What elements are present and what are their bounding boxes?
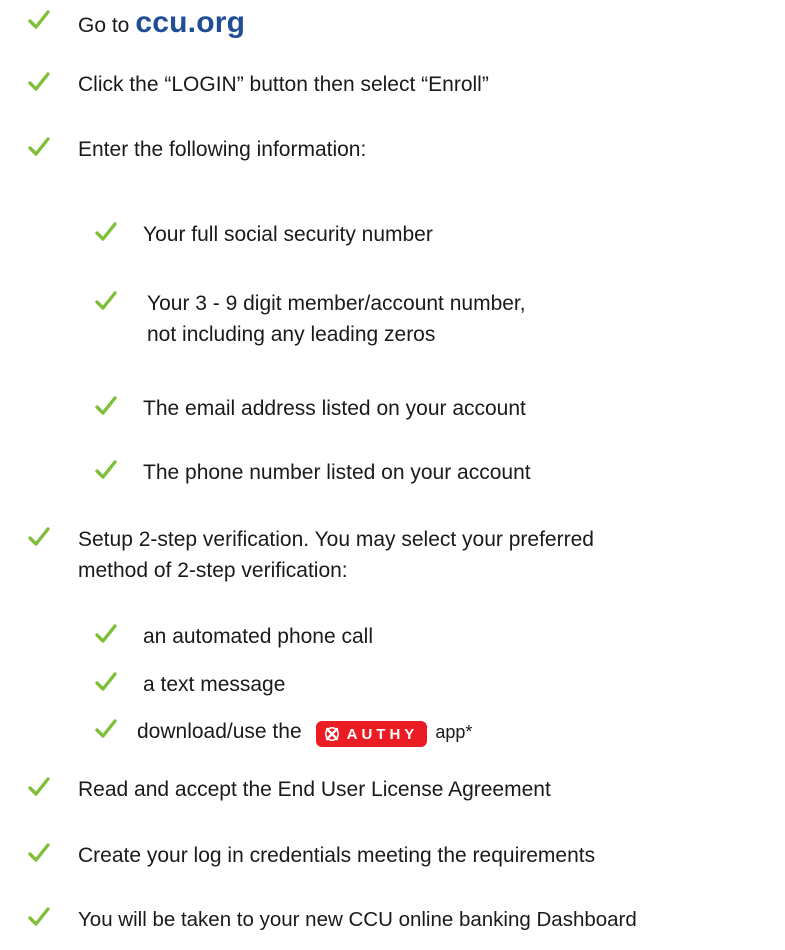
go-to-label: Go to xyxy=(78,14,130,37)
download-label: download/use the xyxy=(137,720,302,743)
authy-label: AUTHY xyxy=(346,725,419,743)
step-eula: Read and accept the End User License Agr… xyxy=(28,774,551,805)
verification-line-1: Setup 2-step verification. You may selec… xyxy=(78,528,594,551)
step-enter-info-text: Enter the following information: xyxy=(78,138,367,161)
check-icon xyxy=(28,136,50,158)
step-verification: Setup 2-step verification. You may selec… xyxy=(28,524,594,586)
step-dashboard-text: You will be taken to your new CCU online… xyxy=(78,908,637,931)
check-icon xyxy=(95,671,117,693)
step-go-to-site: Go to ccu.org xyxy=(28,7,245,41)
option-phone-call: an automated phone call xyxy=(95,621,373,652)
step-enter-info: Enter the following information: xyxy=(28,134,366,165)
check-icon xyxy=(95,623,117,645)
app-label: app* xyxy=(435,722,473,742)
check-icon xyxy=(28,9,50,31)
info-item-text: The phone number listed on your account xyxy=(143,461,531,484)
step-login: Click the “LOGIN” button then select “En… xyxy=(28,69,489,100)
authy-logo-badge: AUTHY xyxy=(315,721,428,747)
info-item-ssn: Your full social security number xyxy=(95,219,433,250)
check-icon xyxy=(28,906,50,928)
check-icon xyxy=(95,395,117,417)
info-item-text: Your full social security number xyxy=(143,223,433,246)
info-item-account-number: Your 3 - 9 digit member/account number, … xyxy=(95,288,545,350)
option-text-message: a text message xyxy=(95,669,285,700)
check-icon xyxy=(28,526,50,548)
option-text: a text message xyxy=(143,673,286,696)
check-icon xyxy=(95,221,117,243)
ccu-link[interactable]: ccu.org xyxy=(135,6,245,39)
step-dashboard: You will be taken to your new CCU online… xyxy=(28,904,637,935)
step-login-text: Click the “LOGIN” button then select “En… xyxy=(78,73,489,96)
option-authy: download/use the AUTHY app* xyxy=(95,716,472,748)
info-item-email: The email address listed on your account xyxy=(95,393,526,424)
step-credentials-text: Create your log in credentials meeting t… xyxy=(78,844,596,867)
check-icon xyxy=(95,290,117,312)
check-icon xyxy=(95,459,117,481)
info-item-text: The email address listed on your account xyxy=(143,397,526,420)
check-icon xyxy=(28,71,50,93)
check-icon xyxy=(95,718,117,740)
verification-line-2: method of 2-step verification: xyxy=(78,559,348,582)
step-credentials: Create your log in credentials meeting t… xyxy=(28,840,595,871)
check-icon xyxy=(28,776,50,798)
authy-logo-icon xyxy=(323,727,341,741)
check-icon xyxy=(28,842,50,864)
info-item-text: Your 3 - 9 digit member/account number, … xyxy=(147,292,526,346)
step-eula-text: Read and accept the End User License Agr… xyxy=(78,778,551,801)
info-item-phone: The phone number listed on your account xyxy=(95,457,531,488)
option-text: an automated phone call xyxy=(143,625,374,648)
